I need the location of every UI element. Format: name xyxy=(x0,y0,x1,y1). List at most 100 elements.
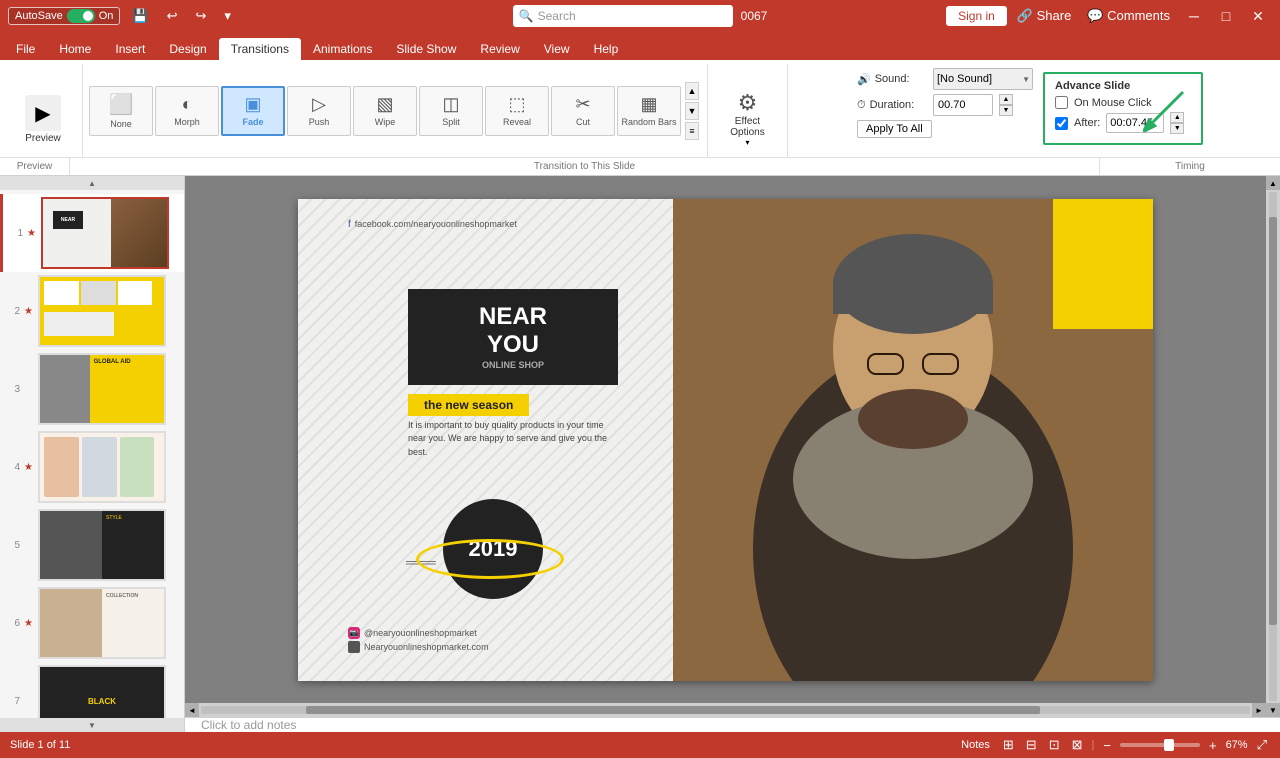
transition-morph[interactable]: ◐ Morph xyxy=(155,86,219,136)
transition-wipe[interactable]: ▧ Wipe xyxy=(353,86,417,136)
autosave-badge[interactable]: AutoSave On xyxy=(8,7,120,25)
slide-item-6[interactable]: 6 ★ COLLECTION xyxy=(0,584,184,662)
transition-split[interactable]: ◫ Split xyxy=(419,86,483,136)
slide-panel-scroll-up[interactable]: ▲ xyxy=(0,176,184,190)
slide-item-4[interactable]: 4 ★ xyxy=(0,428,184,506)
tab-insert[interactable]: Insert xyxy=(103,38,157,60)
vertical-scrollbar: ▲ ▼ xyxy=(1266,176,1280,717)
section-label-bar: Preview Transition to This Slide Timing xyxy=(0,157,1280,175)
quick-access-more[interactable]: ▾ xyxy=(218,6,237,26)
slide-item-7[interactable]: 7 ★ BLACK xyxy=(0,662,184,718)
comments-button[interactable]: 💬 Comments xyxy=(1081,6,1176,26)
zoom-out-btn[interactable]: − xyxy=(1100,736,1114,755)
sound-row: 🔊 Sound: [No Sound] Applause Chime ▼ xyxy=(857,68,1033,90)
on-mouse-click-label[interactable]: On Mouse Click xyxy=(1074,97,1152,109)
maximize-button[interactable]: □ xyxy=(1212,2,1240,30)
canvas-area: f facebook.com/nearyouonlineshopmarket ♥… xyxy=(185,176,1266,717)
sign-in-button[interactable]: Sign in xyxy=(946,6,1007,26)
sound-select[interactable]: [No Sound] Applause Chime xyxy=(933,68,1033,90)
slide-item-1[interactable]: 1 ★ NEAR xyxy=(0,194,184,272)
slide-star-2: ★ xyxy=(24,306,34,317)
h-scroll-left[interactable]: ◄ xyxy=(185,703,199,717)
autosave-toggle[interactable] xyxy=(67,9,95,23)
facebook-icon: f xyxy=(348,219,351,230)
v-scroll-track[interactable] xyxy=(1269,192,1277,701)
title-bar-center: 🔍 Search 0067 xyxy=(429,5,850,27)
slide-thumb-6: COLLECTION xyxy=(38,587,166,659)
status-right: Notes ⊞ ⊟ ⊡ ⊠ | − + 67% ⤢ xyxy=(957,735,1270,755)
search-box[interactable]: 🔍 Search xyxy=(513,5,733,27)
slide-star-4: ★ xyxy=(24,462,34,473)
h-scroll-right[interactable]: ► xyxy=(1252,703,1266,717)
slide-year-ring xyxy=(416,539,564,579)
tab-animations[interactable]: Animations xyxy=(301,38,384,60)
presenter-view-btn[interactable]: ⊠ xyxy=(1069,735,1086,755)
apply-all-button[interactable]: Apply To All xyxy=(857,120,932,138)
ribbon: ▶ Preview ⬜ None ◐ Morph ▣ xyxy=(0,60,1280,176)
sound-icon: 🔊 xyxy=(857,73,871,86)
ribbon-group-effect: ⚙ Effect Options ▾ xyxy=(708,64,788,157)
preview-section-label: Preview xyxy=(0,158,70,175)
v-scroll-up[interactable]: ▲ xyxy=(1266,176,1280,190)
scroll-more-arrow[interactable]: ≡ xyxy=(685,122,699,140)
tab-file[interactable]: File xyxy=(4,38,47,60)
instagram-icon: 📷 xyxy=(348,627,360,639)
slide-sorter-btn[interactable]: ⊟ xyxy=(1023,735,1040,755)
search-icon: 🔍 xyxy=(519,9,534,23)
transition-fade[interactable]: ▣ Fade xyxy=(221,86,285,136)
on-mouse-click-checkbox[interactable] xyxy=(1055,96,1068,109)
push-icon: ▷ xyxy=(312,94,326,115)
tab-review[interactable]: Review xyxy=(468,38,531,60)
zoom-slider[interactable] xyxy=(1120,743,1200,747)
scroll-up-arrow[interactable]: ▲ xyxy=(685,82,699,100)
fade-label: Fade xyxy=(242,117,263,127)
notes-area[interactable]: Click to add notes xyxy=(185,717,1280,732)
scroll-down-arrow[interactable]: ▼ xyxy=(685,102,699,120)
doc-title: 0067 xyxy=(741,9,768,23)
preview-button[interactable]: ▶ Preview xyxy=(12,86,74,153)
zoom-in-btn[interactable]: + xyxy=(1206,736,1220,755)
normal-view-btn[interactable]: ⊞ xyxy=(1000,735,1017,755)
close-button[interactable]: ✕ xyxy=(1244,2,1272,30)
notes-button[interactable]: Notes xyxy=(957,737,994,753)
slide-title-box: NEAR YOU ONLINE SHOP xyxy=(408,289,618,385)
duration-up[interactable]: ▲ xyxy=(999,94,1013,105)
tab-transitions[interactable]: Transitions xyxy=(219,38,301,60)
reading-view-btn[interactable]: ⊡ xyxy=(1046,735,1063,755)
ribbon-group-transitions: ⬜ None ◐ Morph ▣ Fade ▷ Push xyxy=(83,64,708,157)
share-button[interactable]: 🔗 Share xyxy=(1011,6,1078,26)
tab-home[interactable]: Home xyxy=(47,38,103,60)
autosave-label: AutoSave xyxy=(15,10,63,22)
duration-down[interactable]: ▼ xyxy=(999,105,1013,116)
v-scroll-down[interactable]: ▼ xyxy=(1266,703,1280,717)
tab-slide-show[interactable]: Slide Show xyxy=(384,38,468,60)
fit-to-window-btn[interactable]: ⤢ xyxy=(1254,735,1270,755)
h-scroll-track[interactable] xyxy=(201,706,1250,714)
apply-all-row: Apply To All xyxy=(857,120,1033,138)
transition-cut[interactable]: ✂ Cut xyxy=(551,86,615,136)
undo-button[interactable]: ↩ xyxy=(161,6,184,26)
status-bar: Slide 1 of 11 Notes ⊞ ⊟ ⊡ ⊠ | − + 67% ⤢ xyxy=(0,732,1280,758)
transition-random-bars[interactable]: ▦ Random Bars xyxy=(617,86,681,136)
tab-design[interactable]: Design xyxy=(157,38,218,60)
after-label[interactable]: After: xyxy=(1074,117,1100,129)
effect-options-button[interactable]: ⚙ Effect Options ▾ xyxy=(722,84,772,153)
slide-item-3[interactable]: 3 ★ GLOBAL AID xyxy=(0,350,184,428)
redo-button[interactable]: ↪ xyxy=(189,6,212,26)
slide-thumbnails: 1 ★ NEAR 2 ★ xyxy=(0,190,184,718)
tab-help[interactable]: Help xyxy=(582,38,631,60)
transition-push[interactable]: ▷ Push xyxy=(287,86,351,136)
transition-reveal[interactable]: ⬚ Reveal xyxy=(485,86,549,136)
tab-view[interactable]: View xyxy=(532,38,582,60)
timing-section-label: Timing xyxy=(1100,158,1280,175)
duration-input[interactable] xyxy=(933,94,993,116)
transition-none[interactable]: ⬜ None xyxy=(89,86,153,136)
after-checkbox[interactable] xyxy=(1055,117,1068,130)
slide-season: the new season xyxy=(408,394,529,416)
slide-panel-scroll-down[interactable]: ▼ xyxy=(0,718,184,732)
minimize-button[interactable]: ─ xyxy=(1180,2,1208,30)
save-button[interactable]: 💾 xyxy=(126,6,154,26)
slide-item-5[interactable]: 5 ★ STYLE xyxy=(0,506,184,584)
slide-item-2[interactable]: 2 ★ xyxy=(0,272,184,350)
slide-num-7: 7 xyxy=(6,696,20,707)
